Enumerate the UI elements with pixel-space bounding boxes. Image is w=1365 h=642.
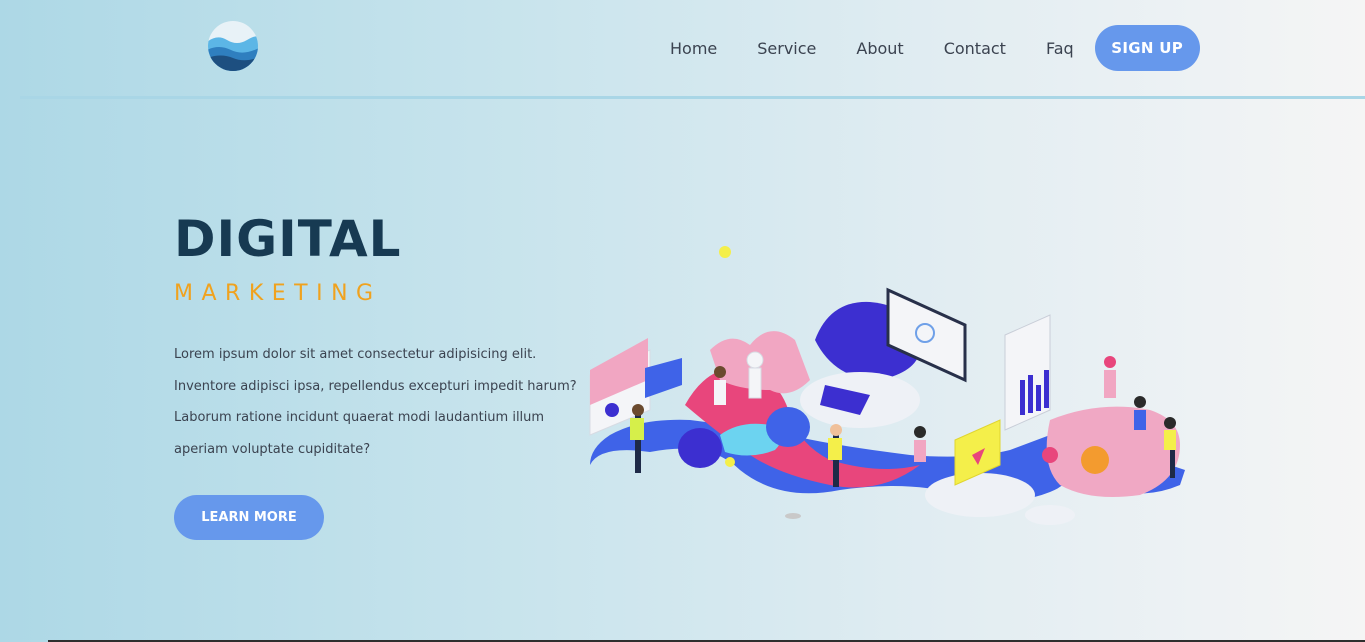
- main-nav: Home Service About Contact Faq SIGN UP: [650, 25, 1200, 71]
- site-header: Home Service About Contact Faq SIGN UP: [0, 0, 1365, 96]
- header-divider: [20, 96, 1365, 99]
- hero-subtitle: MARKETING: [174, 281, 382, 306]
- wave-logo-icon[interactable]: [207, 20, 259, 72]
- hero-title: DIGITAL: [174, 210, 402, 268]
- hero-paragraph: Lorem ipsum dolor sit amet consectetur a…: [174, 347, 577, 457]
- nav-faq[interactable]: Faq: [1046, 39, 1074, 58]
- isometric-marketing-illustration: [580, 240, 1190, 530]
- nav-about[interactable]: About: [856, 39, 903, 58]
- nav-home[interactable]: Home: [670, 39, 717, 58]
- signup-button[interactable]: SIGN UP: [1094, 25, 1200, 71]
- nav-contact[interactable]: Contact: [944, 39, 1006, 58]
- nav-service[interactable]: Service: [757, 39, 816, 58]
- learn-more-button[interactable]: LEARN MORE: [174, 495, 324, 540]
